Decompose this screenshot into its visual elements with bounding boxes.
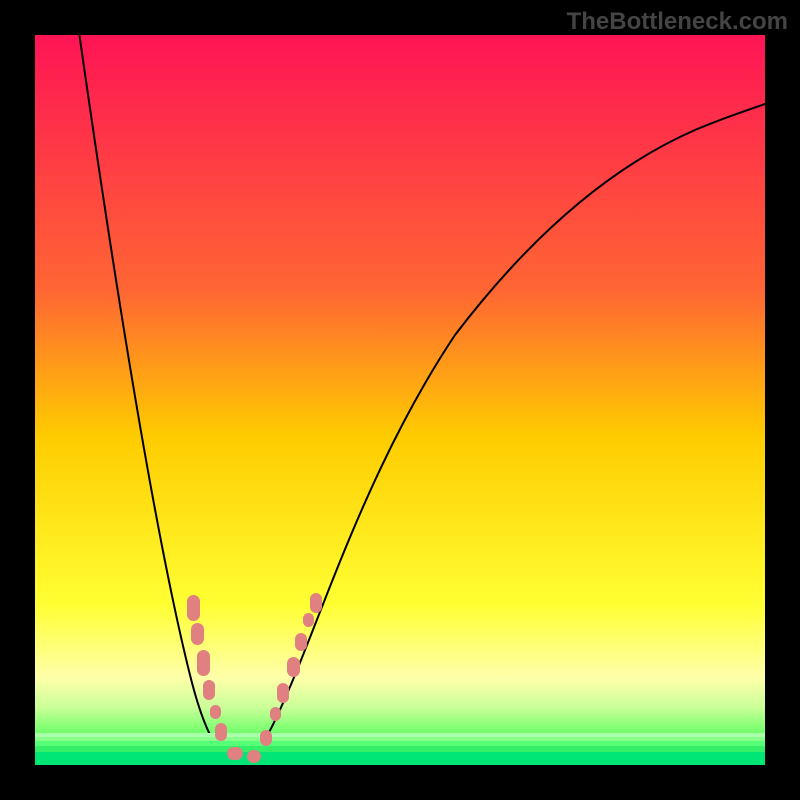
watermark-text: TheBottleneck.com [567, 8, 788, 36]
data-marker [203, 680, 215, 700]
data-marker [191, 623, 204, 645]
data-marker [227, 747, 243, 760]
data-marker [277, 683, 289, 703]
bottleneck-curve [78, 35, 765, 764]
data-marker [210, 705, 221, 719]
data-marker [303, 613, 314, 627]
data-marker [260, 730, 272, 746]
green-band [35, 752, 765, 765]
data-marker [310, 593, 322, 613]
data-marker [270, 707, 281, 721]
data-marker [287, 657, 300, 677]
data-marker [247, 750, 261, 763]
curve-layer [35, 35, 765, 765]
data-marker [197, 650, 210, 676]
plot-area [35, 35, 765, 765]
data-marker [215, 723, 227, 741]
data-marker [295, 633, 307, 651]
data-marker [187, 595, 200, 621]
